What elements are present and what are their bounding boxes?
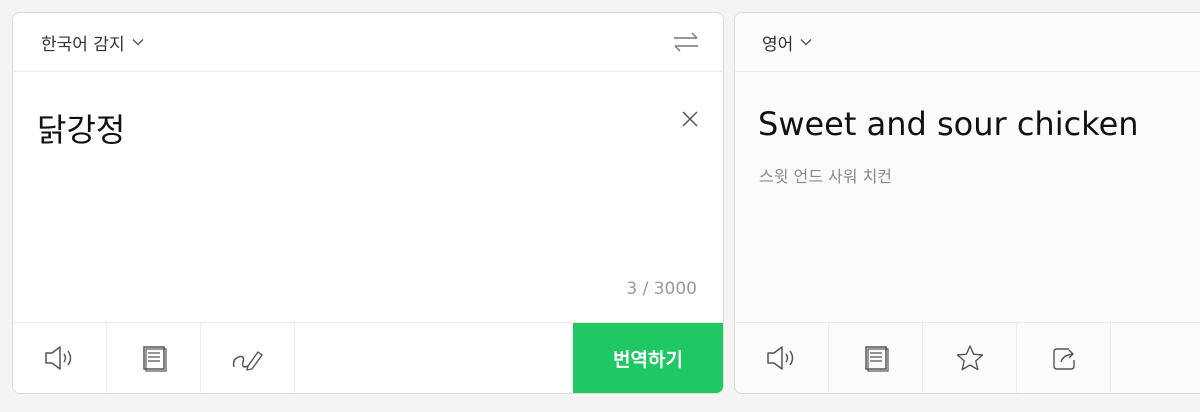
document-icon [861,343,891,373]
target-language-select[interactable]: 영어 [762,30,813,55]
source-language-select[interactable]: 한국어 감지 [41,30,145,55]
target-header: 영어 [735,13,1200,72]
target-panel: 영어 Sweet and sour chicken 스윗 언드 사워 치컨 [734,12,1200,394]
source-language-label: 한국어 감지 [41,34,125,55]
share-button[interactable] [1017,323,1111,393]
target-listen-button[interactable] [735,323,829,393]
target-footer [735,322,1200,393]
translate-button[interactable]: 번역하기 [573,323,723,393]
star-icon [954,343,986,373]
handwriting-icon [230,343,266,373]
handwriting-button[interactable] [201,323,295,393]
translation-result: Sweet and sour chicken [758,105,1139,143]
speaker-icon [765,343,799,373]
source-dictionary-button[interactable] [107,323,201,393]
target-dictionary-button[interactable] [829,323,923,393]
pronunciation-text: 스윗 언드 사워 치컨 [759,167,893,186]
character-counter: 3 / 3000 [626,279,697,299]
source-listen-button[interactable] [13,323,107,393]
swap-languages-icon[interactable] [671,29,701,55]
document-icon [139,343,169,373]
chevron-down-icon [799,35,813,49]
clear-icon[interactable] [679,108,701,130]
source-text-input[interactable]: 닭강정 [37,105,125,151]
speaker-icon [43,343,77,373]
target-language-label: 영어 [762,34,794,55]
chevron-down-icon [131,35,145,49]
source-header: 한국어 감지 [13,13,723,72]
favorite-button[interactable] [923,323,1017,393]
share-icon [1049,343,1079,373]
source-panel: 한국어 감지 닭강정 3 / 3000 번역하기 [12,12,724,394]
